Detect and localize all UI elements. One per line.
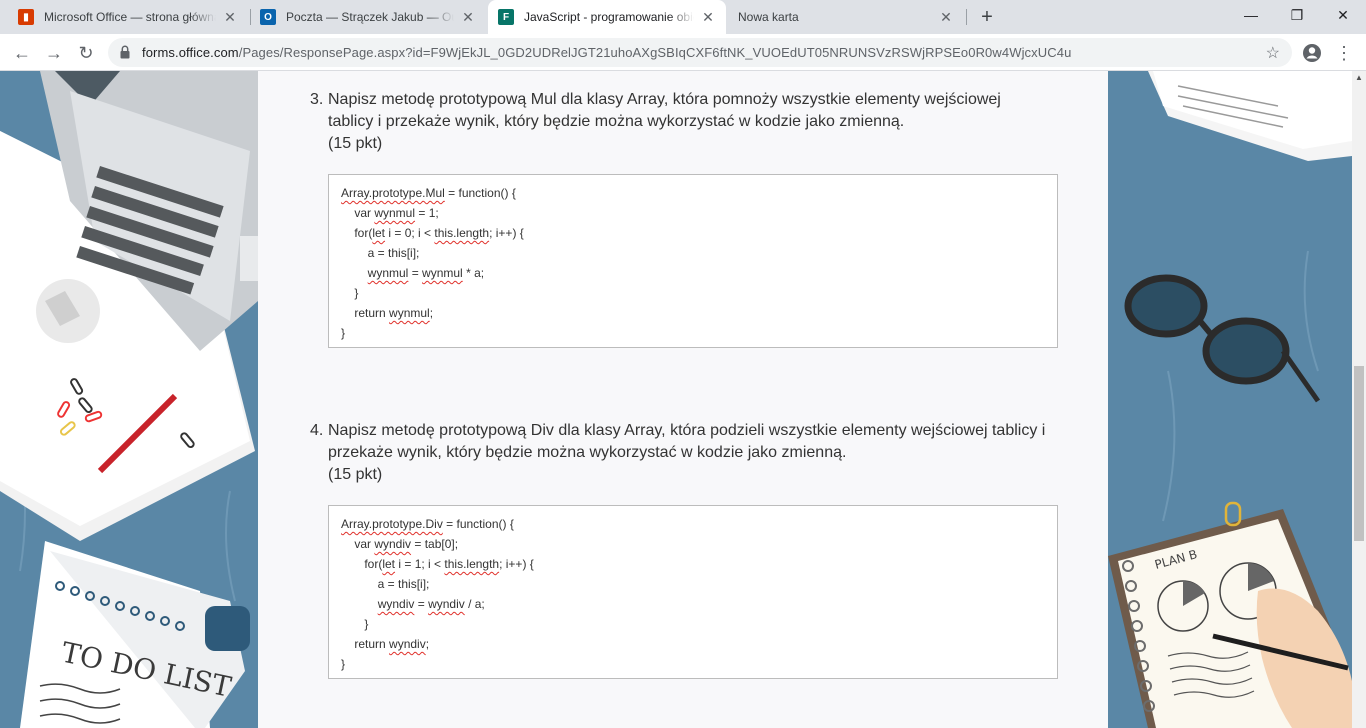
question-number: 4.: [310, 422, 324, 439]
code-line: wyndiv = wyndiv / a;: [377, 597, 485, 611]
code-token-misspelled: wyndiv: [389, 637, 426, 651]
code-line: }: [341, 286, 359, 300]
url-host: forms.office.com: [142, 45, 239, 60]
close-icon[interactable]: ✕: [938, 9, 954, 25]
question-points: (15 pkt): [328, 466, 383, 483]
close-icon[interactable]: ✕: [700, 9, 716, 25]
code-token-misspelled: wyndiv: [377, 597, 415, 611]
code-line: }: [341, 326, 346, 340]
tab-forms-active[interactable]: F JavaScript - programowanie obiektowe ✕: [488, 0, 726, 34]
code-token-misspelled: wynmul: [374, 206, 416, 220]
code-token-misspelled: let: [382, 557, 396, 571]
code-token-misspelled: wyndiv: [374, 537, 412, 551]
forward-button[interactable]: →: [40, 39, 68, 67]
address-bar[interactable]: forms.office.com/Pages/ResponsePage.aspx…: [108, 38, 1292, 67]
code-line: wynmul = wynmul * a;: [367, 266, 485, 280]
code-line: var wynmul = 1;: [341, 206, 439, 220]
tab-title: JavaScript - programowanie obiektowe: [524, 10, 694, 24]
menu-kebab-icon[interactable]: ⋮: [1330, 39, 1358, 67]
close-icon[interactable]: ✕: [222, 9, 238, 25]
tab-office[interactable]: ▮ Microsoft Office — strona główna ✕: [8, 0, 248, 34]
page-scrollbar[interactable]: ▲: [1352, 71, 1366, 728]
outlook-icon: O: [260, 9, 276, 25]
question-number: 3.: [310, 91, 324, 108]
browser-toolbar: ← → ↻ forms.office.com/Pages/ResponsePag…: [0, 34, 1366, 71]
url-text: forms.office.com/Pages/ResponsePage.aspx…: [142, 45, 1071, 60]
code-token-misspelled: this.length: [434, 226, 490, 240]
code-line: Array.prototype.Div = function() {: [341, 517, 514, 531]
question-prompt: Napisz metodę prototypową Div dla klasy …: [328, 422, 1046, 461]
code-token-misspelled: wynmul: [422, 266, 463, 280]
code-line: var wyndiv = tab[0];: [341, 537, 459, 551]
desk-left-illustration: TO DO LIST: [0, 71, 258, 728]
code-line: for(let i = 1; i < this.length; i++) {: [341, 557, 534, 571]
code-line: for(let i = 0; i < this.length; i++) {: [341, 226, 524, 240]
profile-icon[interactable]: [1298, 39, 1326, 67]
restore-button[interactable]: ❐: [1274, 0, 1320, 30]
close-window-button[interactable]: ✕: [1320, 0, 1366, 30]
code-token-misspelled: wyndiv: [428, 597, 465, 611]
code-token-misspelled: wynmul: [389, 306, 430, 320]
scroll-up-arrow-icon[interactable]: ▲: [1352, 71, 1366, 85]
form-content: 3. Napisz metodę prototypową Mul dla kla…: [258, 71, 1108, 728]
tab-strip: ▮ Microsoft Office — strona główna ✕ O P…: [0, 0, 1366, 34]
code-token-misspelled: wynmul: [367, 266, 409, 280]
desk-right-illustration: PLAN B: [1108, 71, 1352, 728]
forms-icon: F: [498, 9, 514, 25]
question-points: (15 pkt): [328, 135, 383, 152]
answer-textarea-4[interactable]: Array.prototype.Div = function() { var w…: [328, 505, 1058, 679]
tab-title: Nowa karta: [738, 10, 799, 24]
question-prompt: Napisz metodę prototypową Mul dla klasy …: [328, 91, 1001, 130]
tab-new[interactable]: Nowa karta ✕: [728, 0, 964, 34]
code-line: }: [341, 657, 346, 671]
code-line: return wyndiv;: [341, 637, 430, 651]
tab-title: Poczta — Strączek Jakub — Outlook: [286, 10, 454, 24]
question-text: Napisz metodę prototypową Mul dla klasy …: [328, 89, 1048, 155]
lock-icon: [120, 45, 130, 59]
code-line: a = this[i];: [341, 246, 420, 260]
code-token-misspelled: Array.prototype.Mul: [341, 186, 445, 200]
reload-button[interactable]: ↻: [72, 39, 100, 67]
tab-title: Microsoft Office — strona główna: [44, 10, 216, 24]
back-button[interactable]: ←: [8, 39, 36, 67]
code-token-misspelled: this.length: [444, 557, 500, 571]
code-token-misspelled: let: [372, 226, 386, 240]
minimize-button[interactable]: —: [1228, 0, 1274, 30]
tab-separator: [966, 9, 967, 25]
close-icon[interactable]: ✕: [460, 9, 476, 25]
code-line: Array.prototype.Mul = function() {: [341, 186, 516, 200]
page-viewport: TO DO LIST PLAN B 3. Napisz metodę proto…: [0, 71, 1352, 728]
tab-outlook[interactable]: O Poczta — Strączek Jakub — Outlook ✕: [250, 0, 486, 34]
question-text: Napisz metodę prototypową Div dla klasy …: [328, 420, 1048, 486]
code-token-misspelled: Array.prototype.Div: [341, 517, 443, 531]
scrollbar-thumb[interactable]: [1354, 366, 1364, 541]
url-path: /Pages/ResponsePage.aspx?id=F9WjEkJL_0GD…: [238, 45, 1072, 60]
code-line: return wynmul;: [341, 306, 434, 320]
office-icon: ▮: [18, 9, 34, 25]
answer-textarea-3[interactable]: Array.prototype.Mul = function() { var w…: [328, 174, 1058, 348]
code-line: a = this[i];: [341, 577, 430, 591]
bookmark-star-icon[interactable]: ☆: [1266, 43, 1280, 63]
code-line: }: [341, 617, 369, 631]
new-tab-button[interactable]: +: [975, 5, 999, 29]
